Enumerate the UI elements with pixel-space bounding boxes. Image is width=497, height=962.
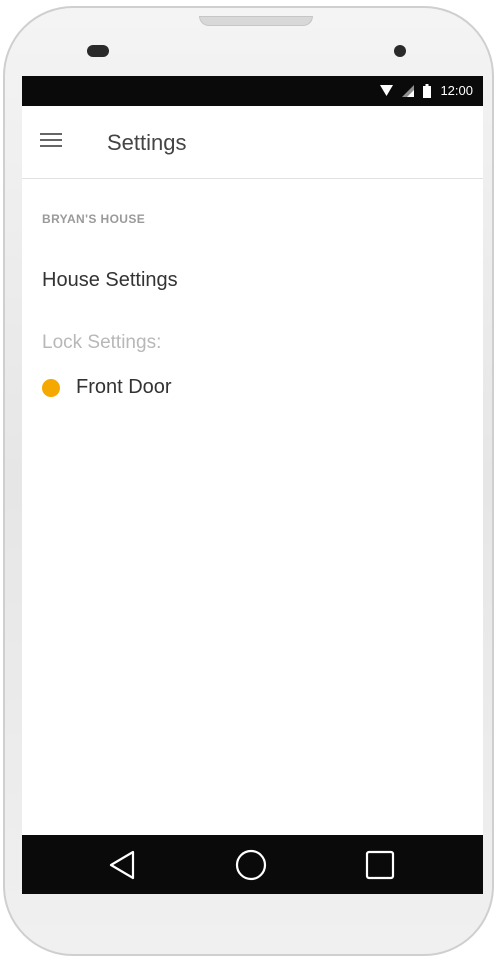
recents-icon[interactable] [363, 848, 397, 882]
phone-top-notch [199, 16, 313, 26]
status-bar: 12:00 [22, 76, 483, 106]
phone-speaker [87, 45, 109, 57]
app-bar: Settings [22, 106, 483, 179]
hamburger-menu-icon[interactable] [40, 133, 62, 149]
home-icon[interactable] [234, 848, 268, 882]
wifi-icon [380, 85, 394, 96]
signal-icon [402, 84, 415, 97]
lock-name: Front Door [76, 376, 172, 398]
page-title: Settings [107, 130, 187, 155]
phone-camera [394, 45, 406, 57]
back-icon[interactable] [106, 848, 140, 882]
house-settings-item[interactable]: House Settings [42, 269, 178, 292]
screen: 12:00 Settings BRYAN'S HOUSE House Setti… [22, 76, 483, 894]
lock-item-front-door[interactable]: Front Door [42, 376, 172, 399]
status-time: 12:00 [440, 83, 473, 98]
house-section-header: BRYAN'S HOUSE [42, 212, 146, 226]
lock-settings-label: Lock Settings: [42, 332, 162, 353]
battery-icon [423, 83, 432, 98]
navigation-bar [22, 835, 483, 894]
lock-status-dot [42, 378, 60, 397]
